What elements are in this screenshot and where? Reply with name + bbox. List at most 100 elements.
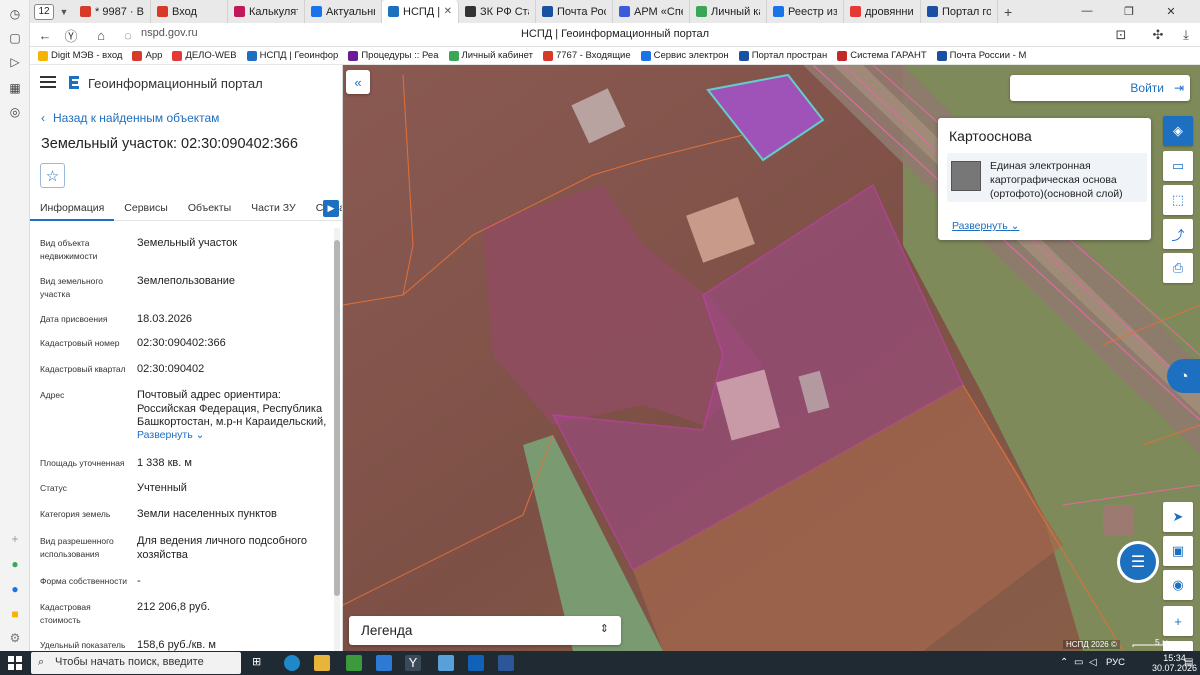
map-canvas[interactable]: « Войти ⇥ Картооснова Единая электронная… bbox=[343, 65, 1200, 651]
browser-tab-label: Личный каби bbox=[711, 5, 760, 18]
browser-tab[interactable]: дровянник ка bbox=[844, 0, 921, 23]
browser-tab[interactable]: Почта России bbox=[536, 0, 613, 23]
info-tab[interactable]: Сервисы bbox=[114, 196, 178, 221]
bookmark-item[interactable]: Сервис электрон bbox=[640, 50, 729, 61]
info-label: Кадастровый квартал bbox=[40, 364, 126, 374]
windows-start-icon[interactable] bbox=[8, 656, 22, 670]
browser-tab[interactable]: Портал госуд bbox=[921, 0, 998, 23]
file-explorer-icon[interactable] bbox=[314, 655, 330, 671]
history-icon[interactable]: ◷ bbox=[6, 5, 24, 23]
browser-tab[interactable]: НСПД | Гео ✕ bbox=[382, 0, 459, 23]
share-icon[interactable]: ⤴ bbox=[1163, 219, 1193, 249]
word-icon[interactable] bbox=[498, 655, 514, 671]
bookmark-item[interactable]: ДЕЛО-WEB bbox=[172, 50, 237, 61]
tab-list-chevron-icon[interactable]: ▼ bbox=[56, 7, 72, 17]
back-to-results-link[interactable]: ‹ Назад к найденным объектам bbox=[41, 111, 219, 125]
basemap-layers-icon[interactable]: ◈ bbox=[1163, 116, 1193, 146]
bookmark-item[interactable]: Процедуры :: Реа bbox=[348, 50, 439, 61]
bookmark-item[interactable]: Система ГАРАНТ bbox=[837, 50, 927, 61]
info-tab[interactable]: Информация bbox=[30, 196, 115, 221]
blue-app-icon[interactable]: ● bbox=[6, 580, 24, 598]
bookmark-item[interactable]: Digit МЭВ - вход bbox=[38, 50, 122, 61]
browser-tab[interactable]: Актуальные bbox=[305, 0, 382, 23]
browser-tab[interactable]: Калькулятор bbox=[228, 0, 305, 23]
network-icon[interactable]: ▭ bbox=[1074, 657, 1083, 668]
home-icon[interactable]: ⌂ bbox=[93, 27, 109, 43]
settings-icon[interactable]: ⚙ bbox=[6, 629, 24, 647]
browser-tab[interactable]: АРМ «Специ bbox=[613, 0, 690, 23]
tab-favicon-icon bbox=[80, 6, 91, 17]
locate-arrow-icon[interactable]: ➤ bbox=[1163, 502, 1193, 532]
outlook-icon[interactable] bbox=[468, 655, 484, 671]
measure-ruler-icon[interactable]: ▭ bbox=[1163, 151, 1193, 181]
whatsapp-icon[interactable]: ◎ bbox=[6, 103, 24, 121]
bookmark-item[interactable]: 7767 - Входящие bbox=[542, 50, 631, 61]
bookmark-item[interactable]: НСПД | Геоинфор bbox=[246, 50, 338, 61]
download-icon[interactable]: ⤓ bbox=[1178, 27, 1194, 43]
basemap-layer-item[interactable]: Единая электронная картографическая осно… bbox=[947, 153, 1147, 202]
info-tab[interactable]: Части ЗУ bbox=[241, 196, 306, 221]
new-tab-plus-icon[interactable]: + bbox=[1004, 4, 1012, 20]
media-icon[interactable]: ▷ bbox=[6, 53, 24, 71]
browser-tab[interactable]: Вход bbox=[151, 0, 228, 23]
assistant-tab-icon[interactable]: ◔ bbox=[1167, 359, 1200, 393]
basemap-expand-link[interactable]: Развернуть ⌄ bbox=[952, 220, 1019, 232]
browser-tab[interactable]: Личный каби bbox=[690, 0, 767, 23]
maximize-icon[interactable]: ❐ bbox=[1122, 4, 1136, 18]
print-icon[interactable]: ⎙ bbox=[1163, 253, 1193, 283]
sidebar-scrollbar[interactable] bbox=[334, 228, 340, 651]
close-tab-icon[interactable]: ✕ bbox=[444, 6, 452, 17]
yandex-icon[interactable]: Ⓨ bbox=[63, 27, 79, 44]
calendar-icon[interactable]: ▦ bbox=[6, 79, 24, 97]
collections-icon[interactable]: ▢ bbox=[6, 29, 24, 47]
browser-tab[interactable]: Реестр извещ bbox=[767, 0, 844, 23]
info-value: - bbox=[137, 575, 141, 587]
green-app-icon[interactable]: ● bbox=[6, 555, 24, 573]
tab-count-button[interactable]: 12 bbox=[34, 3, 54, 20]
back-arrow-icon[interactable]: ← bbox=[37, 27, 53, 43]
info-value: Земли населенных пунктов bbox=[137, 508, 277, 520]
legend-toggle-icon[interactable]: ⇕ bbox=[600, 622, 609, 635]
bookmark-icon[interactable]: ⊡ bbox=[1113, 27, 1129, 43]
notifications-icon[interactable]: ▤ bbox=[1184, 657, 1193, 668]
favorite-star-button[interactable]: ☆ bbox=[40, 163, 65, 188]
select-area-icon[interactable]: ⬚ bbox=[1163, 185, 1193, 215]
browser-tab[interactable]: * 9987 · Входя bbox=[74, 0, 151, 23]
edge-browser-icon[interactable] bbox=[284, 655, 300, 671]
screen-icon[interactable]: ▣ bbox=[1163, 536, 1193, 566]
browser-side-rail: ◷ ▢ ▷ ▦ ◎ + ● ● ■ ⚙ bbox=[0, 0, 30, 651]
zoom-in-icon[interactable]: + bbox=[1163, 606, 1193, 636]
location-pin-icon[interactable]: ◉ bbox=[1163, 570, 1193, 600]
bookmark-item[interactable]: Личный кабинет bbox=[448, 50, 533, 61]
menu-icon[interactable] bbox=[40, 76, 56, 88]
collapse-sidebar-button[interactable]: « bbox=[346, 70, 370, 94]
minimize-icon[interactable]: — bbox=[1080, 4, 1094, 18]
yellow-app-icon[interactable]: ■ bbox=[6, 605, 24, 623]
tabs-next-chevron-icon[interactable]: ▶ bbox=[323, 200, 339, 217]
yandex-browser-icon[interactable]: Y bbox=[405, 655, 421, 671]
paint-icon[interactable] bbox=[438, 655, 454, 671]
task-view-icon[interactable]: ⊞ bbox=[252, 655, 268, 671]
legend-panel[interactable]: Легенда ⇕ bbox=[349, 616, 621, 645]
url-field[interactable]: nspd.gov.ru bbox=[141, 27, 198, 39]
bookmark-item[interactable]: Портал простран bbox=[738, 50, 827, 61]
security-shield-icon[interactable]: ◌ bbox=[120, 27, 136, 43]
address-expand-link[interactable]: Развернуть ⌄ bbox=[137, 429, 204, 441]
info-tab[interactable]: Объекты bbox=[178, 196, 241, 221]
bookmark-item[interactable]: Почта России - М bbox=[936, 50, 1026, 61]
mail-icon[interactable] bbox=[376, 655, 392, 671]
browser-tab[interactable]: ЗК РФ Стать bbox=[459, 0, 536, 23]
language-indicator[interactable]: РУС bbox=[1106, 657, 1125, 668]
chat-bubble-icon[interactable]: ☰ bbox=[1117, 541, 1159, 583]
taskbar-search-input[interactable]: ⌕ Чтобы начать поиск, введите bbox=[31, 652, 241, 674]
close-window-icon[interactable]: ✕ bbox=[1164, 4, 1178, 18]
login-bar[interactable]: Войти ⇥ bbox=[1010, 75, 1190, 101]
bookmark-favicon-icon bbox=[738, 50, 749, 61]
volume-icon[interactable]: ◁ bbox=[1089, 657, 1097, 668]
store-icon[interactable] bbox=[346, 655, 362, 671]
bookmark-item[interactable]: App bbox=[132, 50, 162, 61]
login-arrow-icon: ⇥ bbox=[1173, 81, 1184, 95]
add-icon[interactable]: + bbox=[6, 530, 24, 548]
tray-chevron-up-icon[interactable]: ⌃ bbox=[1060, 657, 1068, 668]
extensions-icon[interactable]: ✣ bbox=[1150, 27, 1166, 43]
